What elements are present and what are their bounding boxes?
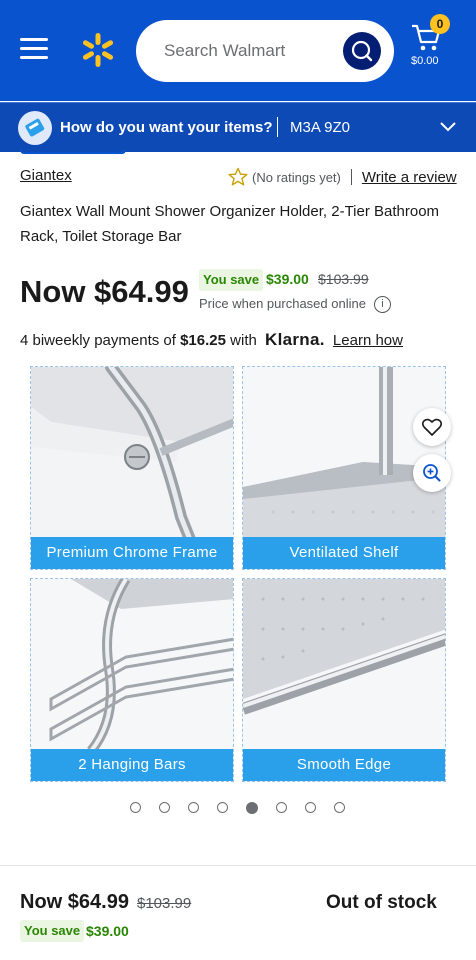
klarna-logo: Klarna. (265, 330, 325, 349)
klarna-with: with (230, 332, 257, 349)
bottom-you-save-badge: You save (20, 920, 85, 942)
walmart-spark-icon[interactable] (80, 32, 116, 68)
star-outline-icon (228, 167, 248, 186)
bottom-you-save-amount: $39.00 (86, 923, 129, 939)
delivery-question: How do you want your items? (60, 119, 273, 136)
carousel-dot[interactable] (305, 802, 316, 813)
tile-label: Ventilated Shelf (243, 537, 445, 569)
klarna-payments: 4 biweekly payments of $16.25 with Klarn… (20, 330, 403, 350)
cart-count-badge: 0 (430, 14, 450, 34)
heart-icon (421, 418, 443, 436)
chevron-down-icon[interactable] (438, 116, 458, 136)
tile-label: Premium Chrome Frame (31, 537, 233, 569)
gallery-tile[interactable]: Premium Chrome Frame (30, 366, 234, 570)
stock-status: Out of stock (326, 892, 437, 913)
no-ratings-text: (No ratings yet) (252, 169, 341, 185)
klarna-prefix: 4 biweekly payments of (20, 332, 176, 349)
divider (277, 117, 278, 137)
carousel-dot[interactable] (334, 802, 345, 813)
carousel-dot[interactable] (276, 802, 287, 813)
search-button[interactable] (343, 32, 381, 70)
klarna-amount: $16.25 (180, 332, 226, 349)
info-icon[interactable]: i (374, 296, 391, 313)
write-review-link[interactable]: Write a review (362, 169, 457, 186)
bottom-current-price: Now $64.99 (20, 891, 129, 913)
carousel-dots (130, 802, 363, 816)
bottom-price-bar: Now $64.99 $103.99 You save $39.00 Out o… (0, 865, 476, 960)
zoom-icon (423, 464, 441, 482)
search-placeholder: Search Walmart (164, 41, 286, 60)
carousel-dot[interactable] (217, 802, 228, 813)
gallery-tile[interactable]: 2 Hanging Bars (30, 578, 234, 782)
learn-how-link[interactable]: Learn how (333, 332, 403, 349)
delivery-selector[interactable]: How do you want your items? M3A 9Z0 (0, 102, 476, 152)
current-price: Now $64.99 (20, 274, 189, 309)
was-price: $103.99 (318, 271, 369, 287)
bottom-was-price: $103.99 (137, 895, 192, 912)
zoom-button[interactable] (413, 454, 451, 492)
tile-label: 2 Hanging Bars (31, 749, 233, 781)
online-price-note: Price when purchased online (199, 296, 366, 311)
you-save-badge: You save (199, 269, 264, 291)
product-image-gallery[interactable]: Premium Chrome Frame Ventilated Shelf 2 … (30, 366, 446, 782)
carousel-dot[interactable] (188, 802, 199, 813)
cart-button[interactable]: 0 $0.00 (408, 14, 458, 74)
gallery-tile[interactable]: Smooth Edge (242, 578, 446, 782)
carousel-dot-active[interactable] (246, 802, 258, 814)
tab-indicator (20, 150, 126, 154)
app-header: Search Walmart 0 $0.00 (0, 0, 476, 101)
you-save-amount: $39.00 (266, 271, 309, 287)
carousel-dot[interactable] (159, 802, 170, 813)
carousel-dot[interactable] (130, 802, 141, 813)
favorite-button[interactable] (413, 408, 451, 446)
menu-icon[interactable] (20, 38, 48, 62)
postal-code: M3A 9Z0 (290, 119, 351, 136)
tile-label: Smooth Edge (243, 749, 445, 781)
search-input[interactable]: Search Walmart (136, 20, 394, 82)
divider (350, 169, 352, 185)
product-title: Giantex Wall Mount Shower Organizer Hold… (20, 203, 440, 245)
rating-row: (No ratings yet) Write a review (228, 166, 457, 188)
cart-total: $0.00 (411, 55, 439, 67)
brand-link[interactable]: Giantex (20, 167, 72, 184)
search-icon (351, 40, 373, 62)
delivery-icon (18, 111, 52, 145)
